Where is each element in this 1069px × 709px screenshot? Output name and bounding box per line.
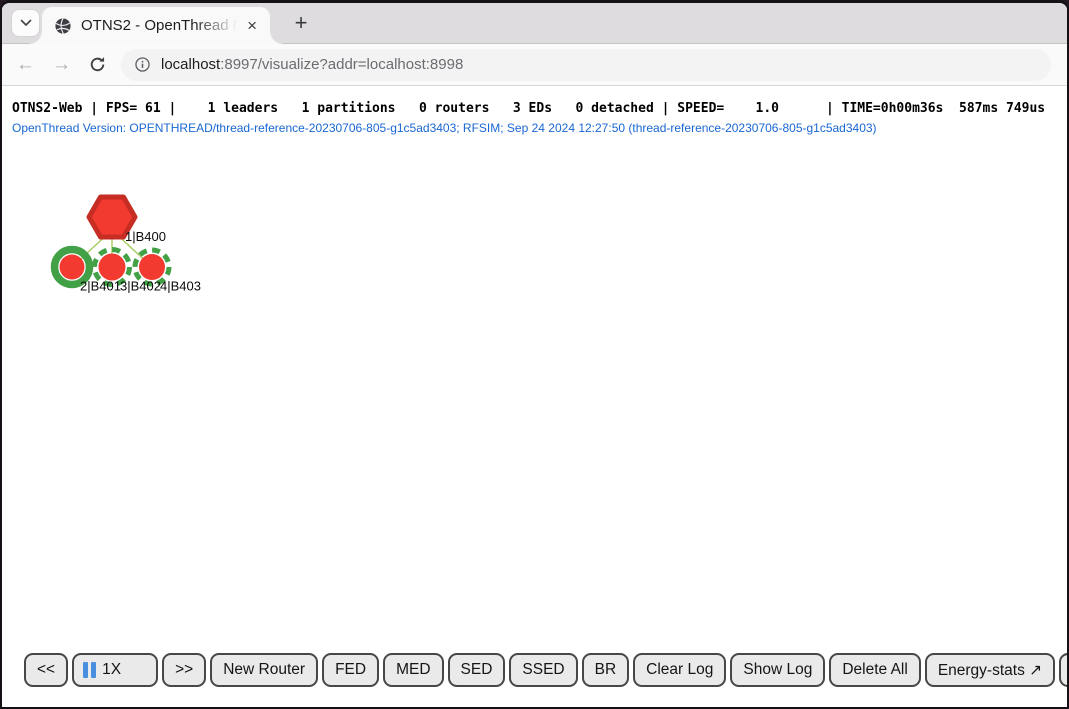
tab-title: OTNS2 - OpenThread Ne [81, 17, 242, 34]
chevron-down-icon [20, 19, 32, 27]
speed-up-button[interactable]: >> [162, 653, 206, 687]
address-bar[interactable]: localhost:8997/visualize?addr=localhost:… [121, 49, 1051, 81]
reload-button[interactable] [88, 55, 107, 74]
back-button[interactable]: ← [16, 55, 35, 74]
node-label-1: 1|B400 [125, 229, 166, 244]
network-canvas: 1|B400 2|B401 3|B402 4|B403 [2, 186, 242, 306]
new-tab-button[interactable]: + [286, 7, 316, 39]
show-log-button[interactable]: Show Log [730, 653, 825, 687]
br-button[interactable]: BR [582, 653, 630, 687]
new-router-button[interactable]: New Router [210, 653, 318, 687]
node-label-3: 3|B402 [120, 279, 161, 294]
url-path: :8997/visualize?addr=localhost:8998 [220, 56, 463, 73]
simulation-status-line: OTNS2-Web | FPS= 61 | 1 leaders 1 partit… [12, 101, 1045, 116]
med-button[interactable]: MED [383, 653, 443, 687]
fed-button[interactable]: FED [322, 653, 379, 687]
browser-toolbar: ← → localhost:8997/visualize?addr=localh… [2, 44, 1067, 86]
page-content: OTNS2-Web | FPS= 61 | 1 leaders 1 partit… [2, 86, 1067, 707]
speed-down-button[interactable]: << [24, 653, 68, 687]
node-label-4: 4|B403 [160, 279, 201, 294]
delete-all-button[interactable]: Delete All [829, 653, 920, 687]
forward-button[interactable]: → [52, 55, 71, 74]
node-label-2: 2|B401 [80, 279, 121, 294]
speed-label: 1X [102, 661, 121, 679]
sed-button[interactable]: SED [448, 653, 506, 687]
pause-icon [83, 662, 96, 678]
url-host: localhost [161, 56, 220, 73]
pause-speed-button[interactable]: 1X [72, 653, 158, 687]
ssed-button[interactable]: SSED [509, 653, 577, 687]
site-info-icon[interactable] [134, 56, 151, 73]
action-toolbar: << 1X >> New Router FED MED SED SSED BR … [24, 653, 1069, 687]
reload-icon [88, 55, 107, 74]
tab-bar: OTNS2 - OpenThread Ne × + [2, 3, 1067, 44]
globe-favicon-icon [54, 17, 72, 35]
tab-close-icon[interactable]: × [242, 15, 262, 36]
tab-otns2[interactable]: OTNS2 - OpenThread Ne × [42, 7, 270, 44]
url-text: localhost:8997/visualize?addr=localhost:… [161, 56, 463, 73]
clear-log-button[interactable]: Clear Log [633, 653, 726, 687]
node-stats-button[interactable]: Node-stats ↗ [1059, 653, 1069, 687]
energy-stats-button[interactable]: Energy-stats ↗ [925, 653, 1055, 687]
browser-window: OTNS2 - OpenThread Ne × + ← → localhost:… [0, 0, 1069, 709]
openthread-version-line: OpenThread Version: OPENTHREAD/thread-re… [12, 121, 877, 135]
